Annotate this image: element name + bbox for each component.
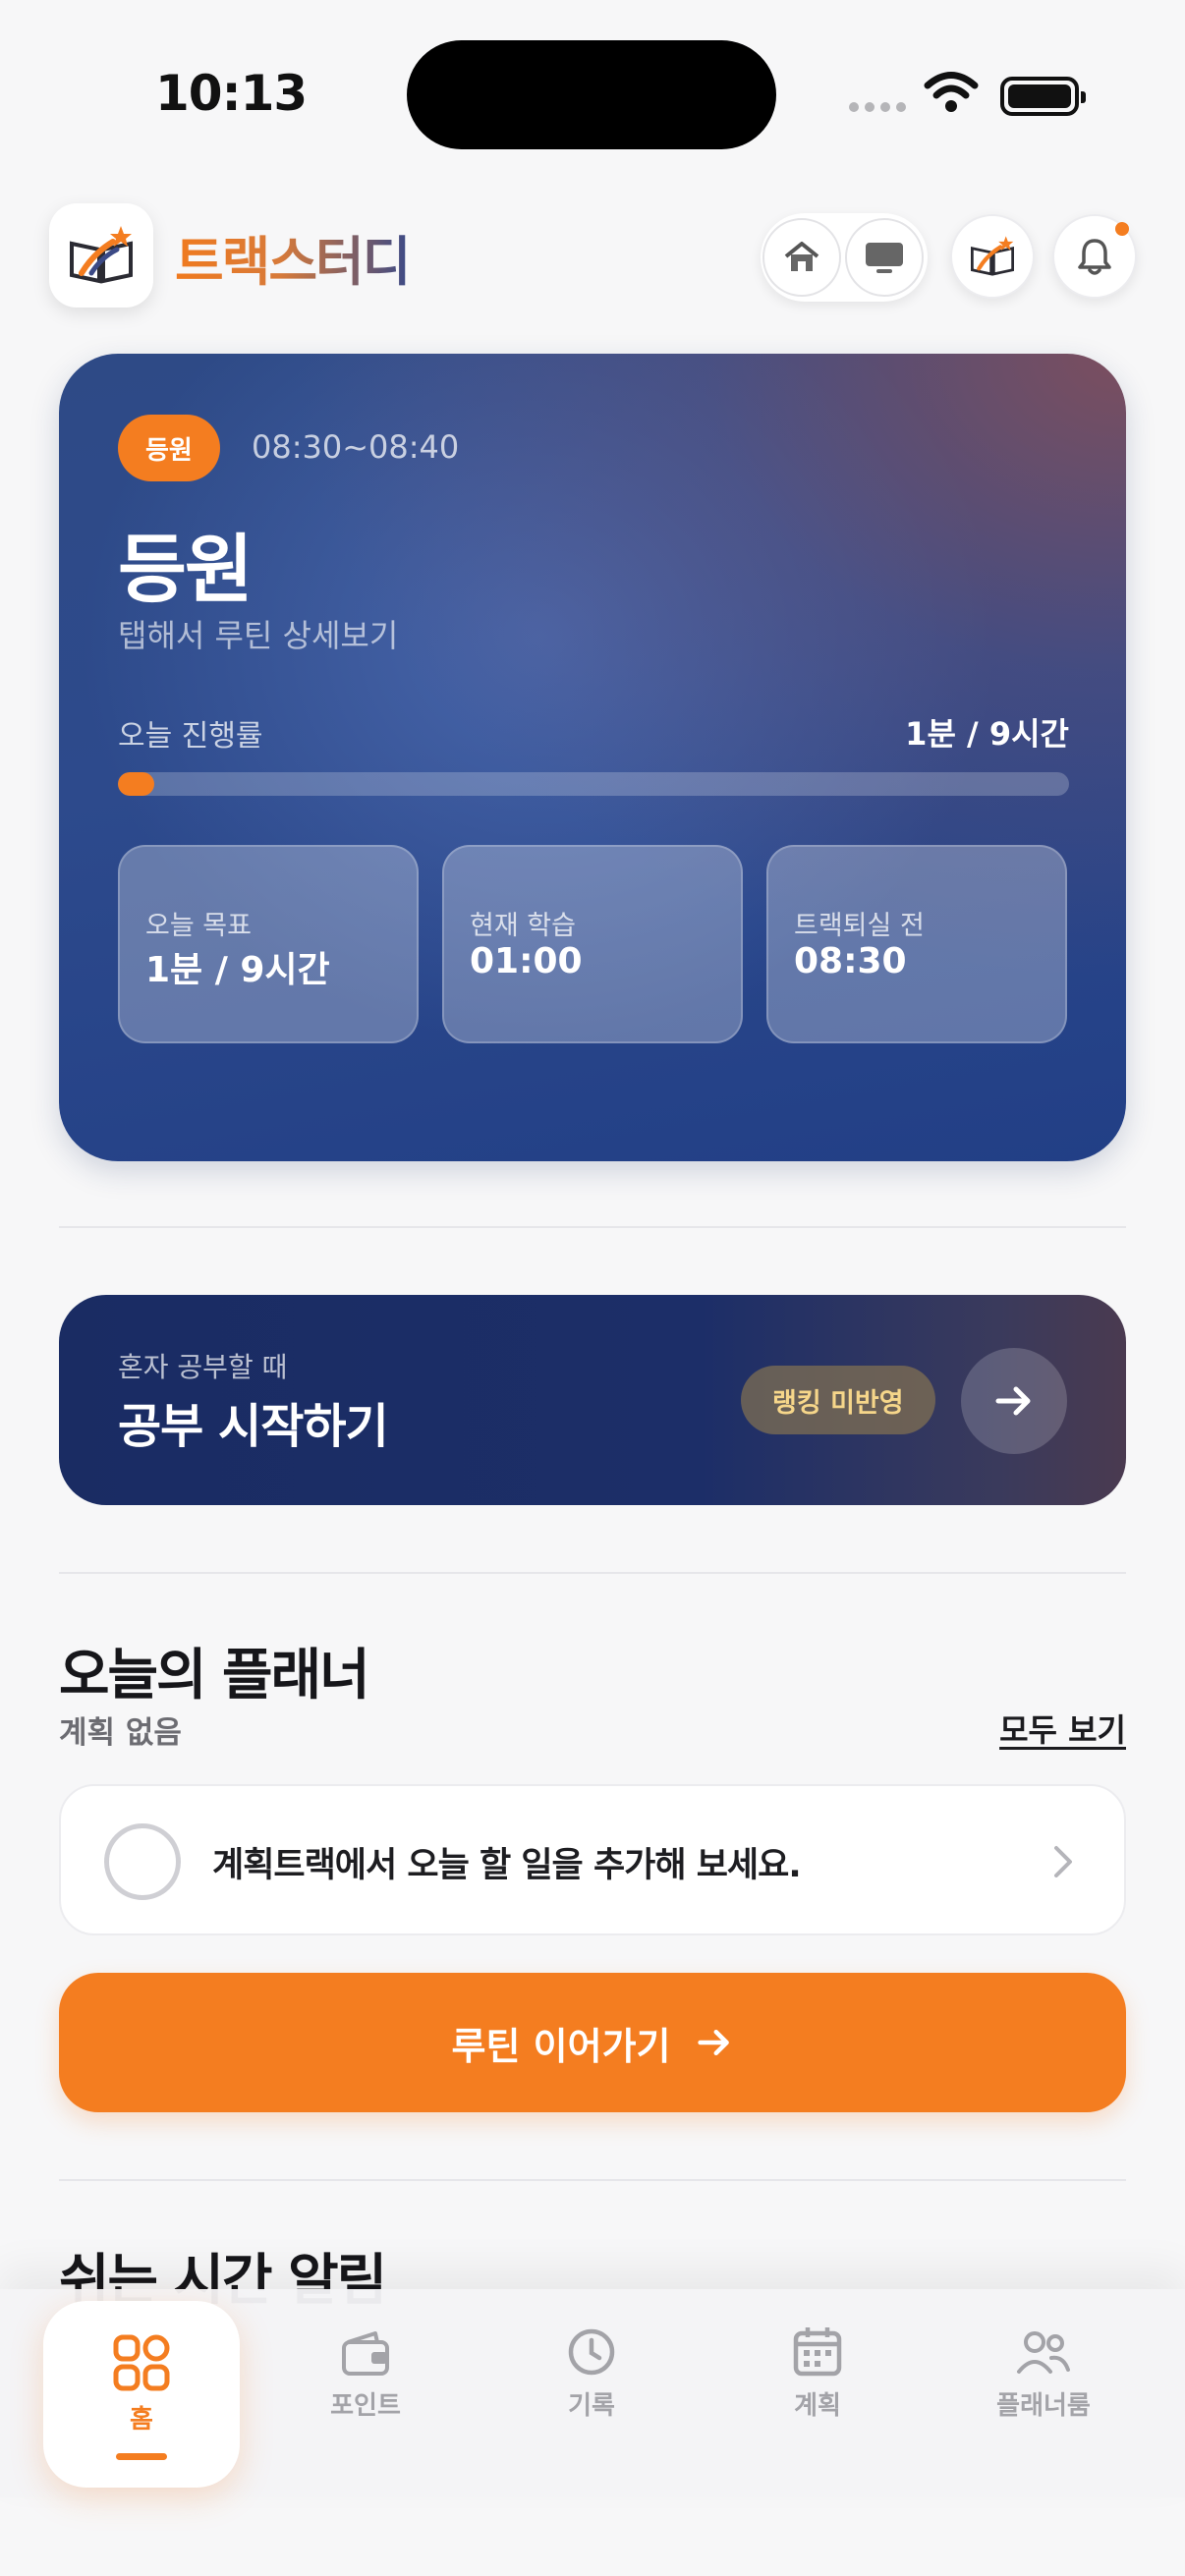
progress-value: 1분 / 9시간 — [905, 715, 1069, 753]
continue-routine-label: 루틴 이어가기 — [451, 2024, 671, 2068]
stat-label: 트랙퇴실 전 — [794, 911, 925, 941]
calendar-icon — [793, 2327, 842, 2377]
divider — [59, 1226, 1126, 1228]
wifi-icon — [924, 72, 979, 112]
section-title: 오늘의 플래너 — [59, 1644, 370, 1708]
progress-fill — [118, 772, 154, 796]
stat-card-current: 현재 학습 01:00 — [442, 845, 743, 1043]
progress-bar — [118, 772, 1069, 796]
study-start-card[interactable]: 혼자 공부할 때 공부 시작하기 랭킹 미반영 — [59, 1295, 1126, 1505]
todo-item[interactable]: 계획트랙에서 오늘 할 일을 추가해 보세요. — [59, 1784, 1126, 1935]
home-view-button[interactable] — [762, 218, 841, 297]
continue-routine-button[interactable]: 루틴 이어가기 — [59, 1973, 1126, 2112]
routine-badge: 등원 — [118, 415, 220, 481]
progress-label: 오늘 진행률 — [118, 719, 263, 754]
planner-status: 계획 없음 — [59, 1715, 182, 1751]
dynamic-island — [407, 40, 776, 149]
tab-home[interactable]: 홈 — [43, 2301, 240, 2488]
people-icon — [1017, 2331, 1070, 2374]
grid-icon — [113, 2334, 170, 2391]
chevron-right-icon — [1054, 1846, 1072, 1877]
stat-value: 08:30 — [794, 941, 907, 981]
app-title: 트랙스터디 — [175, 218, 411, 296]
tab-plan[interactable]: 계획 — [719, 2289, 916, 2497]
app-logo-icon — [70, 226, 133, 284]
cellular-signal-icon — [849, 102, 906, 112]
routine-hint: 탭해서 루틴 상세보기 — [118, 617, 399, 654]
todo-text: 계획트랙에서 오늘 할 일을 추가해 보세요. — [212, 1846, 802, 1885]
notification-button[interactable] — [1052, 214, 1137, 299]
tab-planner-room[interactable]: 플래너룸 — [945, 2289, 1142, 2497]
profile-button[interactable] — [950, 214, 1035, 299]
stat-label: 현재 학습 — [470, 911, 576, 941]
stat-card-goal: 오늘 목표 1분 / 9시간 — [118, 845, 419, 1043]
stat-value: 1분 / 9시간 — [145, 950, 330, 990]
arrow-right-icon — [995, 1386, 1031, 1416]
study-title: 공부 시작하기 — [118, 1399, 389, 1454]
tab-points[interactable]: 포인트 — [267, 2289, 464, 2497]
tab-label: 기록 — [568, 2391, 615, 2421]
tab-label: 홈 — [130, 2405, 153, 2435]
routine-card[interactable]: 등원 08:30~08:40 등원 탭해서 루틴 상세보기 오늘 진행률 1분 … — [59, 354, 1126, 1161]
stat-label: 오늘 목표 — [145, 911, 252, 941]
see-all-link[interactable]: 모두 보기 — [999, 1706, 1126, 1751]
app-logo-icon — [971, 236, 1014, 276]
wallet-icon — [342, 2331, 389, 2376]
study-subtitle: 혼자 공부할 때 — [118, 1351, 288, 1383]
app-logo[interactable] — [49, 203, 153, 308]
arrow-right-icon — [697, 2029, 729, 2056]
divider — [59, 2179, 1126, 2181]
routine-title: 등원 — [118, 526, 254, 613]
notification-dot — [1115, 222, 1129, 236]
stat-card-checkout: 트랙퇴실 전 08:30 — [766, 845, 1067, 1043]
monitor-icon — [866, 243, 903, 273]
home-icon — [784, 242, 819, 271]
app-screen: 10:13 트랙스터디 등원 08:30~08:40 등원 탭해서 루틴 상세보… — [0, 0, 1185, 2576]
clock-icon — [568, 2328, 615, 2376]
ranking-badge: 랭킹 미반영 — [741, 1366, 935, 1434]
monitor-view-button[interactable] — [845, 218, 924, 297]
tab-label: 계획 — [794, 2391, 841, 2421]
study-start-button[interactable] — [961, 1348, 1067, 1454]
bell-icon — [1078, 239, 1111, 275]
tab-label: 포인트 — [330, 2391, 401, 2421]
divider — [59, 1572, 1126, 1574]
battery-icon — [1000, 77, 1086, 116]
routine-time: 08:30~08:40 — [252, 428, 460, 466]
status-time: 10:13 — [155, 65, 308, 122]
tab-label: 플래너룸 — [996, 2391, 1091, 2421]
todo-checkbox[interactable] — [104, 1823, 181, 1900]
tab-records[interactable]: 기록 — [493, 2289, 690, 2497]
stat-value: 01:00 — [470, 941, 583, 981]
active-tab-indicator — [116, 2453, 167, 2460]
